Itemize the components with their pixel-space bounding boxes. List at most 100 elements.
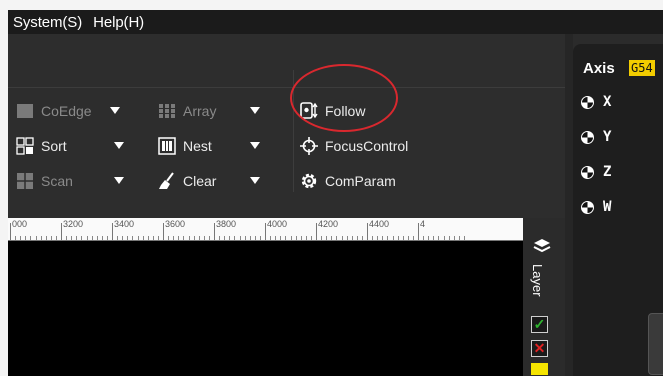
app-window: System(S) Help(H) CoEdge Array Follow So… [8,10,663,376]
ruler-minor-tick [397,236,399,240]
ruler-minor-tick [45,236,47,240]
ruler-label: 000 [12,219,28,229]
scan-label: Scan [41,173,73,189]
layer-visible-checkbox[interactable]: ✓ [531,316,548,333]
ruler-major-tick [214,223,215,240]
ruler-minor-tick [259,236,261,240]
axis-row-y[interactable]: Y [581,129,611,145]
ruler-major-tick [316,223,317,240]
layer-color-swatch[interactable] [531,363,548,375]
axis-row-w[interactable]: W [581,199,611,215]
ruler-minor-tick [208,236,210,240]
ruler-major-tick [265,223,266,240]
sort-button[interactable]: Sort [16,133,67,159]
ruler-minor-tick [193,236,195,240]
ruler-minor-tick [407,236,409,240]
layer-label: Layer [530,264,545,297]
ruler-minor-tick [244,236,246,240]
array-dropdown-icon[interactable] [250,107,260,114]
broom-icon [158,172,176,190]
home-axis-icon [581,95,594,109]
highlight-circle [290,64,398,132]
focus-control-label: FocusControl [325,138,409,154]
ruler-minor-tick [280,236,282,240]
ruler-minor-tick [15,236,17,240]
com-param-button[interactable]: ComParam [300,168,396,194]
ruler-minor-tick [142,236,144,240]
ruler-minor-tick [295,236,297,240]
ruler-minor-tick [234,236,236,240]
ruler-minor-tick [372,236,374,240]
ruler-minor-tick [122,236,124,240]
clear-dropdown-icon[interactable] [250,177,260,184]
ruler-minor-tick [198,236,200,240]
ruler-minor-tick [132,236,134,240]
focus-control-button[interactable]: FocusControl [300,133,408,159]
ruler-minor-tick [35,236,37,240]
ruler-minor-tick [224,236,226,240]
coedge-button[interactable]: CoEdge [16,98,92,124]
scan-dropdown-icon[interactable] [114,177,124,184]
coedge-icon [16,102,34,120]
drawing-canvas[interactable] [8,241,523,376]
scan-button[interactable]: Scan [16,168,73,194]
axis-label: Y [603,129,612,145]
ruler-minor-tick [285,236,287,240]
ruler-minor-tick [351,236,353,240]
axis-row-z[interactable]: Z [581,164,611,180]
nest-button[interactable]: Nest [158,133,212,159]
ruler-minor-tick [321,236,323,240]
coedge-dropdown-icon[interactable] [110,107,120,114]
ruler-minor-tick [66,236,68,240]
clear-label: Clear [183,173,217,189]
nest-label: Nest [183,138,212,154]
ruler-minor-tick [127,236,129,240]
ruler-label: 3800 [216,219,237,229]
coordinate-system-badge[interactable]: G54 [629,60,655,76]
ruler-minor-tick [453,236,455,240]
home-axis-icon [581,130,594,144]
menu-bar: System(S) Help(H) [8,10,663,34]
sort-dropdown-icon[interactable] [114,142,124,149]
ribbon-toolbar: CoEdge Array Follow Sort Nest FocusContr… [8,34,565,218]
horizontal-ruler: 000 3200 3400 3600 3800 4000 4200 4400 4 [8,218,523,241]
axis-row-x[interactable]: X [581,94,611,110]
array-button[interactable]: Array [158,98,216,124]
panel-button[interactable] [648,313,663,375]
ruler-minor-tick [412,236,414,240]
panel-gap [565,34,573,376]
ruler-minor-tick [157,236,159,240]
nest-dropdown-icon[interactable] [250,142,260,149]
clear-button[interactable]: Clear [158,168,216,194]
layers-icon[interactable] [533,238,551,259]
layer-disabled-checkbox[interactable]: ✕ [531,340,548,357]
ruler-major-tick [367,223,368,240]
ruler-minor-tick [438,236,440,240]
home-axis-icon [581,165,594,179]
ruler-minor-tick [178,236,180,240]
ruler-minor-tick [275,236,277,240]
ruler-minor-tick [106,236,108,240]
ruler-minor-tick [20,236,22,240]
ruler-minor-tick [443,236,445,240]
array-label: Array [183,103,217,119]
ruler-minor-tick [40,236,42,240]
ruler-minor-tick [377,236,379,240]
crosshair-icon [300,137,318,155]
ruler-minor-tick [152,236,154,240]
ruler-minor-tick [101,236,103,240]
ruler-label: 4000 [267,219,288,229]
sort-icon [16,137,34,155]
ruler-minor-tick [336,236,338,240]
ruler-label: 3600 [165,219,186,229]
com-param-label: ComParam [325,173,396,189]
ruler-minor-tick [326,236,328,240]
ruler-minor-tick [361,236,363,240]
ruler-major-tick [10,223,11,240]
menu-system[interactable]: System(S) [8,14,88,31]
ruler-minor-tick [458,236,460,240]
ruler-minor-tick [117,236,119,240]
ruler-minor-tick [50,236,52,240]
menu-help[interactable]: Help(H) [88,14,150,31]
layer-panel: Layer ✓ ✕ [523,218,565,376]
